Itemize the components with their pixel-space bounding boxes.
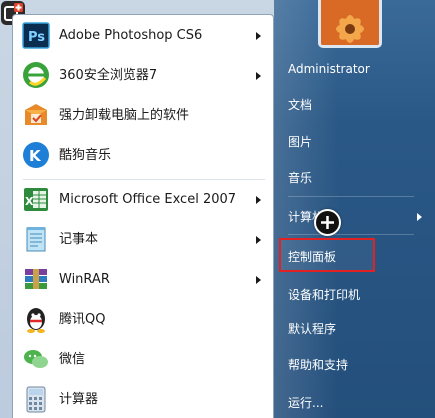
place-label: 设备和打印机 <box>288 288 361 302</box>
user-avatar[interactable] <box>318 0 382 48</box>
cursor-plus-icon <box>314 209 341 236</box>
notepad-icon <box>26 227 46 252</box>
winrar-icon <box>25 269 47 289</box>
program-winrar[interactable]: WinRAR <box>13 261 273 299</box>
start-menu: Ps Adobe Photoshop CS6 360安全浏览器7 强力卸载电脑上… <box>0 0 435 418</box>
submenu-arrow-icon <box>256 276 261 284</box>
program-label: 360安全浏览器7 <box>59 68 158 83</box>
places-separator <box>288 234 414 235</box>
kugou-icon: K <box>23 142 49 168</box>
program-photoshop[interactable]: Ps Adobe Photoshop CS6 <box>13 17 273 55</box>
program-calculator[interactable]: 计算器 <box>13 381 273 418</box>
programs-panel: Ps Adobe Photoshop CS6 360安全浏览器7 强力卸载电脑上… <box>12 14 274 418</box>
submenu-arrow-icon <box>256 72 261 80</box>
submenu-arrow-icon <box>256 236 261 244</box>
place-administrator[interactable]: Administrator <box>278 54 432 84</box>
photoshop-icon: Ps <box>22 22 50 49</box>
submenu-arrow-icon <box>256 196 261 204</box>
program-label: 腾讯QQ <box>59 312 106 327</box>
svg-text:K: K <box>29 147 42 165</box>
program-notepad[interactable]: 记事本 <box>13 221 273 259</box>
program-uninstaller[interactable]: 强力卸载电脑上的软件 <box>13 97 273 135</box>
excel-icon: X <box>24 188 48 211</box>
submenu-arrow-icon <box>417 213 422 221</box>
program-label: 微信 <box>59 352 86 367</box>
360-browser-icon <box>23 62 49 88</box>
program-qq[interactable]: 腾讯QQ <box>13 301 273 339</box>
submenu-arrow-icon <box>256 32 261 40</box>
place-devices-printers[interactable]: 设备和打印机 <box>278 280 432 310</box>
program-360-browser[interactable]: 360安全浏览器7 <box>13 57 273 95</box>
place-computer[interactable]: 计算机 <box>278 202 432 232</box>
program-kugou[interactable]: K 酷狗音乐 <box>13 137 273 175</box>
place-pictures[interactable]: 图片 <box>278 127 432 157</box>
svg-text:Ps: Ps <box>28 30 45 45</box>
program-label: 强力卸载电脑上的软件 <box>59 108 190 123</box>
program-excel[interactable]: X Microsoft Office Excel 2007 <box>13 181 273 219</box>
qq-icon <box>27 308 45 333</box>
separator <box>23 179 265 180</box>
program-label: 计算器 <box>59 392 99 407</box>
calculator-icon <box>26 386 46 413</box>
place-help-support[interactable]: 帮助和支持 <box>278 350 432 380</box>
program-label: WinRAR <box>59 272 110 287</box>
program-label: 记事本 <box>59 232 99 247</box>
place-label: 默认程序 <box>288 322 337 336</box>
place-label: Administrator <box>288 62 370 76</box>
place-label: 图片 <box>288 135 313 149</box>
places-separator <box>288 196 414 197</box>
wechat-icon <box>24 350 48 368</box>
place-label: 运行... <box>288 396 324 410</box>
places-panel: Administrator 文档 图片 音乐 计算机 控制面板 设备和打印机 默… <box>274 0 435 418</box>
uninstaller-icon <box>25 104 47 125</box>
place-default-programs[interactable]: 默认程序 <box>278 314 432 344</box>
program-label: 酷狗音乐 <box>59 148 112 163</box>
program-label: Microsoft Office Excel 2007 <box>59 192 237 207</box>
place-run[interactable]: 运行... <box>278 388 432 418</box>
flower-icon <box>321 0 379 45</box>
highlight-box <box>279 238 375 272</box>
program-wechat[interactable]: 微信 <box>13 341 273 379</box>
place-music[interactable]: 音乐 <box>278 163 432 193</box>
svg-text:X: X <box>25 195 34 208</box>
place-label: 帮助和支持 <box>288 358 349 372</box>
place-label: 文档 <box>288 98 313 112</box>
program-label: Adobe Photoshop CS6 <box>59 28 203 43</box>
place-label: 音乐 <box>288 171 313 185</box>
place-documents[interactable]: 文档 <box>278 90 432 120</box>
